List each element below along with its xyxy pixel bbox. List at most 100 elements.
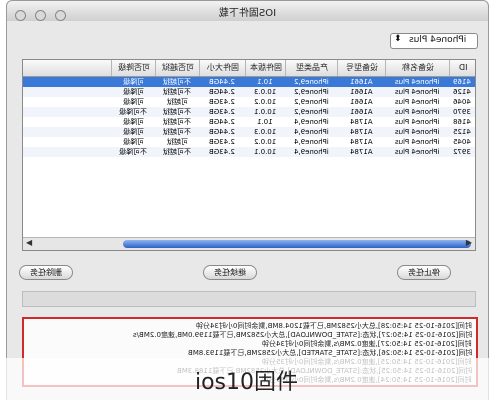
table-cell-text: 可降级 [122,98,144,106]
table-cell-text: iPhone9,4 [293,128,329,136]
table-cell-text: iPhone9,4 [293,118,329,126]
table-cell: 2.43GB [199,137,245,147]
app-window: ⬍ iPhone4 Plus ID 设备名称 设备型号 产品类型 固件版本 固件大小 可否越… [6,21,489,400]
scroll-left-icon[interactable]: ◀ [26,238,32,247]
column-header[interactable]: 可否降级 [111,60,156,76]
table-row[interactable]: 4046 iPhone4 Plus A1661 iPhone9,2 10.0.2 2.43… [23,97,475,107]
table-row[interactable]: 4125 iPhone4 Plus A1784 iPhone9,4 10.0.3 2.44… [23,127,475,137]
table-cell: iPhone9,4 [285,127,337,137]
delete-task-label: 删除任务 [30,268,62,277]
table-cell-text: A1784 [349,128,373,136]
table-cell: A1784 [337,127,385,137]
column-header[interactable]: 固件版本 [245,60,286,76]
table-cell: iPhone9,4 [285,137,337,147]
table-cell: 10.0.1 [245,107,285,117]
table-cell: 可降级 [111,127,155,137]
table-cell: iPhone9,2 [285,97,337,107]
table-cell: 4169 [449,77,475,87]
column-header[interactable]: 可否越狱 [155,60,200,76]
table-row[interactable]: 4045 iPhone4 Plus A1784 iPhone9,4 10.0.2 2.43… [23,137,475,147]
table-cell: iPhone4 Plus [385,137,449,147]
table-cell: iPhone9,2 [285,77,337,87]
table-cell-text: 2.44GB [209,118,235,126]
log-line: 时间[2016-10-25 14:50:27],状态:[STATE_DOWNLO… [133,331,472,340]
table-cell-text: 不可越狱 [163,128,191,136]
stop-task-label: 停止任务 [408,268,440,277]
table-cell: 10.1 [245,117,285,127]
table-cell: 10.1 [245,77,285,87]
table-cell: A1784 [337,117,385,127]
table-cell: 10.0.3 [245,87,285,97]
table-cell: 3970 [449,107,475,117]
table-cell-text: 可越狱 [166,138,188,146]
table-row[interactable]: 3970 iPhone4 Plus A1661 iPhone9,2 10.0.1 2.43… [23,107,475,117]
table-row[interactable]: 4169 iPhone4 Plus A1661 iPhone9,2 10.1 2.44GB… [23,77,475,87]
device-select-value: iPhone4 Plus [409,35,467,45]
table-cell-text: 3972 [453,148,471,156]
table-cell: 不可越狱 [155,117,199,127]
table-cell: A1784 [337,147,385,157]
table-cell: iPhone4 Plus [385,97,449,107]
table-cell: 可越狱 [155,137,199,147]
table-cell: 4045 [449,137,475,147]
table-cell-text: iPhone4 Plus [394,78,440,86]
table-cell-text: 2.43GB [209,138,235,146]
column-header[interactable]: 产品类型 [285,60,338,76]
table-cell-text: A1784 [349,148,373,156]
continue-task-button[interactable]: 继续任务 [203,265,257,280]
table-cell: iPhone4 Plus [385,117,449,127]
column-header-label: 产品类型 [296,63,328,72]
table-cell-text: A1661 [349,78,373,86]
scroll-thumb[interactable] [123,240,471,248]
horizontal-scrollbar[interactable]: ◀ ▶ [23,237,475,250]
column-header[interactable]: 设备名称 [385,60,450,76]
table-cell-text: A1661 [349,88,373,96]
table-cell-text: 可降级 [122,128,144,136]
table-cell-text: 3970 [453,108,471,116]
table-cell: 4046 [449,97,475,107]
table-row[interactable]: 4168 iPhone4 Plus A1784 iPhone9,4 10.1 2.44GB… [23,117,475,127]
delete-task-button[interactable]: 删除任务 [19,265,73,280]
table-cell: iPhone4 Plus [385,87,449,97]
column-header[interactable]: ID [449,60,475,76]
table-cell: 2.43GB [199,107,245,117]
table-cell-text: 可降级 [122,88,144,96]
table-cell-text: 10.0.2 [253,98,277,106]
table-cell-text: 不可降级 [119,148,147,156]
log-line-text: 时间[2016-10-25 14:50:27],状态:[STATE_DOWNLO… [132,331,472,339]
table-cell-text: 4046 [453,98,471,106]
table-cell-text: iPhone9,4 [293,148,329,156]
screenshot-frame: IOS固件下载 ⬍ iPhone4 Plus ID 设备名称 设备型号 产品类型 固件版… [0,0,493,400]
device-select[interactable]: ⬍ iPhone4 Plus [390,33,478,49]
table-cell: 可降级 [111,97,155,107]
table-cell-text: iPhone9,2 [293,108,329,116]
continue-task-label: 继续任务 [214,268,246,277]
table-row[interactable]: 3972 iPhone4 Plus A1784 iPhone9,4 10.0.1 2.43… [23,147,475,157]
progress-area [22,291,476,307]
table-cell: 不可越狱 [155,87,199,97]
table-row[interactable]: 4126 iPhone4 Plus A1661 iPhone9,2 10.0.3 2.44… [23,87,475,97]
column-header[interactable]: 固件大小 [199,60,246,76]
table-cell-text: iPhone4 Plus [394,148,440,156]
log-line: 时间[2016-10-25 14:50:27],速度0.2MB/s,剩余时间0小… [262,340,472,349]
table-cell: 3972 [449,147,475,157]
table-cell-text: 4168 [453,118,471,126]
table-cell: 不可越狱 [155,107,199,117]
table-cell-text: 10.0.3 [253,128,277,136]
table-cell-text: 4045 [453,138,471,146]
table-cell: 不可越狱 [155,77,199,87]
column-header[interactable]: 设备型号 [337,60,386,76]
table-cell-text: 可降级 [122,118,144,126]
table-cell: iPhone4 Plus [385,147,449,157]
stop-task-button[interactable]: 停止任务 [397,265,451,280]
firmware-table: ID 设备名称 设备型号 产品类型 固件版本 固件大小 可否越狱 可否降级 4169 iPhon… [22,59,476,251]
table-cell: iPhone9,4 [285,147,337,157]
table-cell-text: 不可越狱 [163,88,191,96]
scroll-right-icon[interactable]: ▶ [466,238,472,247]
table-cell-text: 不可越狱 [163,78,191,86]
log-line-text: 时间[2016-10-25 14:50:27],速度0.2MB/s,剩余时间0小… [262,340,472,348]
column-header-label: 可否降级 [118,63,150,72]
table-cell-text: iPhone4 Plus [394,118,440,126]
table-cell: A1661 [337,97,385,107]
table-cell-text: iPhone9,2 [293,88,329,96]
